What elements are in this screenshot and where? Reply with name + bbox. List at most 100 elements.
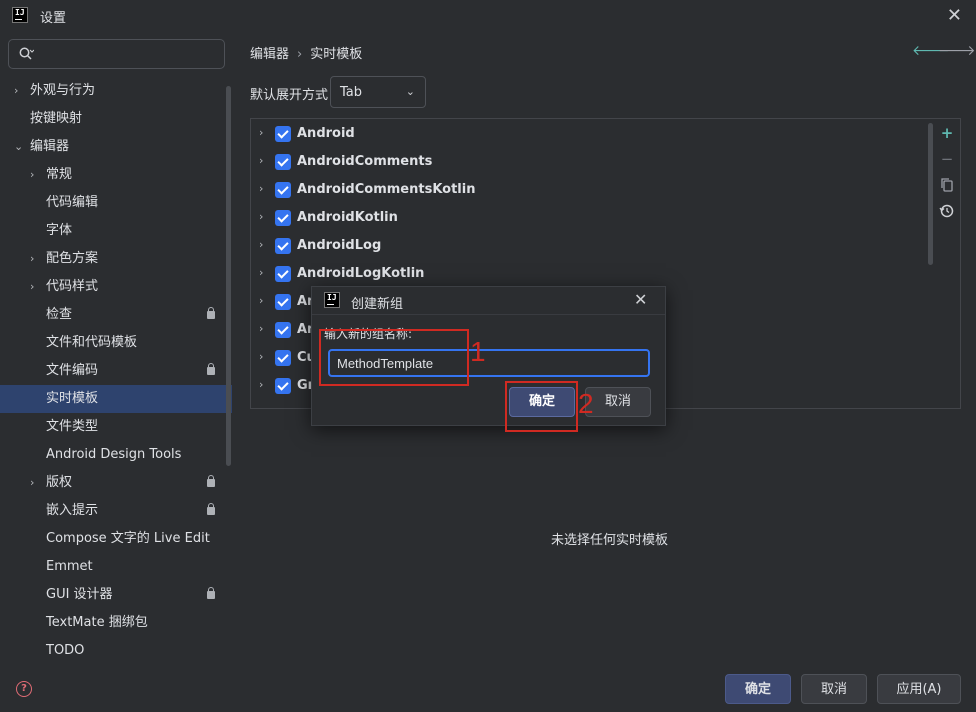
dialog-cancel-button[interactable]: 取消 — [585, 387, 651, 417]
add-icon[interactable]: + — [938, 124, 956, 142]
sidebar-item[interactable]: 文件编码 — [0, 357, 232, 385]
sidebar-item[interactable]: TextMate 捆绑包 — [0, 609, 232, 637]
template-group-row[interactable]: ›AndroidComments — [251, 148, 931, 176]
checkbox[interactable] — [275, 294, 291, 310]
remove-icon[interactable]: − — [938, 150, 956, 168]
lock-icon — [207, 311, 215, 319]
copy-icon[interactable] — [938, 176, 956, 194]
sidebar-item[interactable]: ›配色方案 — [0, 245, 232, 273]
sidebar-item[interactable]: ›外观与行为 — [0, 77, 232, 105]
expand-with-label: 默认展开方式 — [250, 84, 328, 103]
search-box[interactable] — [8, 39, 225, 69]
sidebar-item[interactable]: 实时模板 — [0, 385, 232, 413]
checkbox[interactable] — [275, 266, 291, 282]
dialog-title: 创建新组 — [351, 293, 403, 312]
chevron-right-icon[interactable]: › — [259, 154, 263, 167]
checkbox[interactable] — [275, 322, 291, 338]
sidebar-item[interactable]: 字体 — [0, 217, 232, 245]
lock-icon — [207, 367, 215, 375]
window-title: 设置 — [40, 7, 66, 26]
chevron-right-icon[interactable]: › — [259, 210, 263, 223]
template-group-row[interactable]: › AndroidLog — [251, 232, 931, 260]
title-bar: IJ 设置 ✕ — [0, 0, 976, 30]
chevron-down-icon: ⌄ — [406, 85, 415, 98]
sidebar-item[interactable]: ›常规 — [0, 161, 232, 189]
sidebar-item[interactable]: Compose 文字的 Live Edit — [0, 525, 232, 553]
cancel-button[interactable]: 取消 — [801, 674, 867, 704]
sidebar-item[interactable]: 检查 — [0, 301, 232, 329]
search-icon — [18, 46, 34, 62]
template-group-row[interactable]: › AndroidLogKotlin — [251, 260, 931, 288]
sidebar-scrollbar[interactable] — [226, 86, 231, 466]
sidebar-item-label: 版权 — [46, 469, 72, 497]
apply-button[interactable]: 应用(A) — [877, 674, 961, 704]
search-input[interactable] — [45, 44, 215, 64]
chevron-down-icon[interactable]: ⌄ — [14, 133, 26, 161]
chevron-right-icon[interactable]: › — [30, 469, 42, 497]
sidebar-item[interactable]: 文件和代码模板 — [0, 329, 232, 357]
checkbox[interactable] — [275, 126, 291, 142]
sidebar-item-label: 代码编辑 — [46, 189, 98, 217]
sidebar-item-label: Compose 文字的 Live Edit — [46, 525, 210, 553]
app-logo-icon: IJ — [12, 7, 28, 23]
sidebar-item-label: 外观与行为 — [30, 77, 95, 105]
chevron-right-icon[interactable]: › — [30, 245, 42, 273]
sidebar-item-label: 实时模板 — [46, 385, 98, 413]
chevron-right-icon[interactable]: › — [14, 77, 26, 105]
chevron-right-icon[interactable]: › — [259, 238, 263, 251]
sidebar-item[interactable]: Emmet — [0, 553, 232, 581]
template-group-name: AndroidLog — [297, 238, 381, 253]
sidebar-item[interactable]: ›代码样式 — [0, 273, 232, 301]
chevron-right-icon[interactable]: › — [259, 350, 263, 363]
template-group-name: AndroidLogKotlin — [297, 266, 424, 281]
sidebar-item[interactable]: 文件类型 — [0, 413, 232, 441]
sidebar-item[interactable]: 按键映射 — [0, 105, 232, 133]
chevron-right-icon[interactable]: › — [259, 294, 263, 307]
checkbox[interactable] — [275, 154, 291, 170]
checkbox[interactable] — [275, 378, 291, 394]
sidebar-item[interactable]: GUI 设计器 — [0, 581, 232, 609]
breadcrumb: 编辑器 › 实时模板 — [250, 43, 362, 62]
checkbox[interactable] — [275, 182, 291, 198]
chevron-right-icon[interactable]: › — [259, 322, 263, 335]
chevron-right-icon[interactable]: › — [30, 161, 42, 189]
chevron-right-icon[interactable]: › — [259, 378, 263, 391]
app-logo-icon: IJ — [324, 292, 340, 308]
annotation-box-ok — [505, 381, 578, 432]
chevron-right-icon[interactable]: › — [259, 182, 263, 195]
sidebar-item-label: 按键映射 — [30, 105, 82, 133]
template-group-name: AndroidKotlin — [297, 210, 398, 225]
chevron-right-icon[interactable]: › — [259, 126, 263, 139]
checkbox[interactable] — [275, 210, 291, 226]
breadcrumb-separator: › — [297, 47, 302, 62]
sidebar-item[interactable]: TODO — [0, 637, 232, 665]
forward-arrow-icon[interactable]: 🡒 — [938, 42, 976, 59]
sidebar-item[interactable]: Android Design Tools — [0, 441, 232, 469]
template-group-row[interactable]: › AndroidKotlin — [251, 204, 931, 232]
restore-icon[interactable] — [938, 202, 956, 220]
template-list-scrollbar[interactable] — [928, 123, 933, 265]
sidebar-item-label: 文件编码 — [46, 357, 98, 385]
checkbox[interactable] — [275, 238, 291, 254]
close-icon[interactable]: ✕ — [947, 5, 962, 26]
breadcrumb-item[interactable]: 编辑器 — [250, 47, 289, 62]
sidebar-item[interactable]: ⌄编辑器 — [0, 133, 232, 161]
sidebar-item-label: 文件和代码模板 — [46, 329, 137, 357]
ok-button[interactable]: 确定 — [725, 674, 791, 704]
sidebar-item[interactable]: ›版权 — [0, 469, 232, 497]
expand-with-dropdown[interactable]: Tab ⌄ — [330, 76, 426, 108]
sidebar-item[interactable]: 嵌入提示 — [0, 497, 232, 525]
checkbox[interactable] — [275, 350, 291, 366]
chevron-right-icon[interactable]: › — [259, 266, 263, 279]
template-group-row[interactable]: ›Android — [251, 120, 931, 148]
breadcrumb-item: 实时模板 — [310, 47, 362, 62]
annotation-number: 1 — [470, 336, 486, 368]
empty-selection-message: 未选择任何实时模板 — [551, 529, 668, 548]
template-group-row[interactable]: ›AndroidCommentsKotlin — [251, 176, 931, 204]
sidebar-item-label: Emmet — [46, 553, 93, 581]
chevron-right-icon[interactable]: › — [30, 273, 42, 301]
close-icon[interactable]: ✕ — [634, 290, 647, 309]
sidebar-item[interactable]: 代码编辑 — [0, 189, 232, 217]
help-icon[interactable]: ? — [16, 681, 32, 697]
settings-tree: ›外观与行为按键映射⌄编辑器›常规代码编辑字体›配色方案›代码样式检查文件和代码… — [0, 77, 232, 665]
